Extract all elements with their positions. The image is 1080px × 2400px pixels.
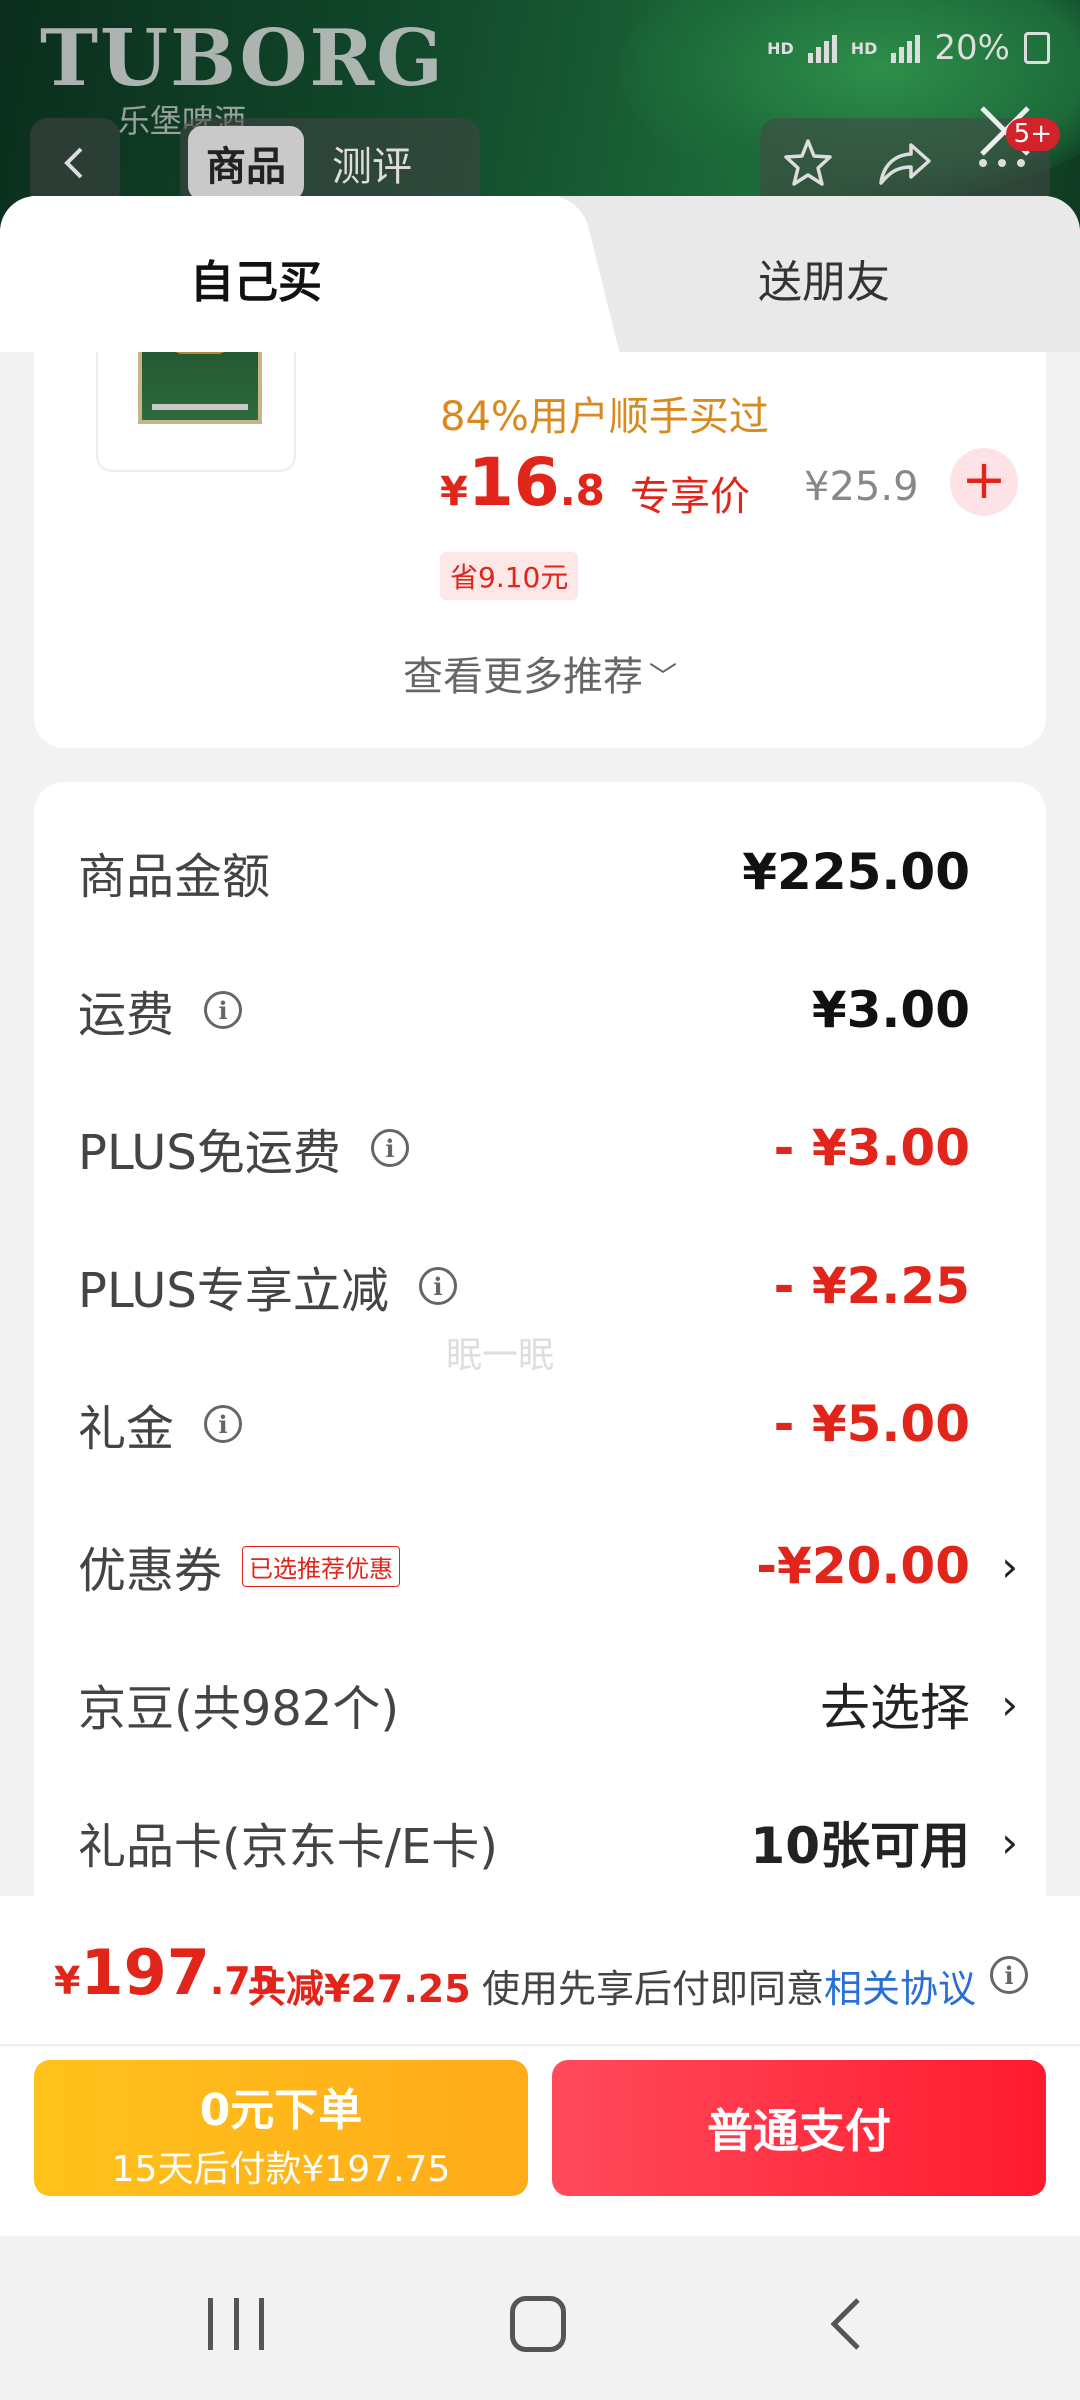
see-more-recommendations[interactable]: 查看更多推荐 ﹀: [34, 644, 1046, 702]
network-hd-2: HD: [850, 38, 878, 58]
row-plus-discount: PLUS专享立减 i - ¥2.25: [78, 1257, 970, 1319]
gift-card-available: 10张可用: [750, 1817, 970, 1875]
back-button[interactable]: [30, 118, 120, 208]
product-navbar: 商品 测评: [30, 118, 1050, 208]
row-coupon[interactable]: 优惠券 已选推荐优惠 -¥20.00 ›: [78, 1526, 1018, 1606]
total-price: ¥ 197 .75: [54, 1936, 278, 2009]
pay-later-button[interactable]: 0元下单 15天后付款¥197.75: [34, 2060, 528, 2196]
signal-icon-2: [891, 33, 921, 63]
back-icon[interactable]: [822, 2294, 872, 2354]
tab-review[interactable]: 测评: [314, 126, 430, 200]
info-icon[interactable]: i: [418, 1267, 457, 1305]
exclusive-price-tag: 专享价: [630, 474, 750, 520]
signal-icon: [807, 33, 837, 63]
plus-free-shipping-value: - ¥3.00: [773, 1119, 970, 1177]
chevron-right-icon: ›: [1001, 1817, 1018, 1867]
purchase-mode-tabs: 自己买 送朋友: [0, 196, 1080, 352]
info-icon[interactable]: i: [990, 1956, 1028, 1994]
buy-together-text: 84%用户顺手买过: [440, 394, 769, 440]
recent-apps-icon[interactable]: [208, 2298, 264, 2350]
chevron-right-icon: ›: [1001, 1679, 1018, 1729]
tab-product[interactable]: 商品: [188, 126, 304, 200]
info-icon[interactable]: i: [204, 991, 243, 1029]
row-gift-card[interactable]: 礼品卡(京东卡/E卡) 10张可用 ›: [78, 1802, 1018, 1882]
normal-pay-button[interactable]: 普通支付: [552, 2060, 1046, 2196]
battery-percent: 20%: [934, 28, 1010, 68]
add-item-button[interactable]: +: [950, 448, 1018, 516]
system-nav-bar: [0, 2236, 1080, 2400]
recommend-price: ¥ 16 .8: [440, 444, 605, 521]
checkout-bar: ¥ 197 .75 共减¥27.25 使用先享后付即同意相关协议 i 0元下单 …: [0, 1896, 1080, 2236]
row-plus-free-shipping: PLUS免运费 i - ¥3.00: [78, 1119, 970, 1181]
home-icon[interactable]: [510, 2296, 566, 2352]
plus-discount-value: - ¥2.25: [773, 1257, 970, 1315]
tab-buy-self[interactable]: 自己买: [190, 246, 322, 310]
divider: [0, 2044, 1080, 2046]
brand-logo: TUBORG: [40, 13, 445, 104]
agreement-link[interactable]: 相关协议: [824, 1967, 976, 2011]
coupon-selected-tag: 已选推荐优惠: [242, 1545, 401, 1587]
star-icon[interactable]: [782, 137, 834, 189]
info-icon[interactable]: i: [370, 1129, 409, 1167]
network-hd-1: HD: [767, 38, 794, 58]
savings-badge: 省9.10元: [440, 552, 579, 600]
battery-icon: [1024, 32, 1050, 64]
chevron-left-icon: [64, 147, 83, 179]
chevron-right-icon: ›: [1001, 1541, 1018, 1591]
nav-tabs: 商品 测评: [180, 118, 480, 208]
shipping-value: ¥3.00: [811, 981, 970, 1039]
watermark: 眠一眠: [446, 1335, 555, 1376]
info-icon[interactable]: i: [204, 1405, 243, 1443]
row-gift-money: 礼金 i - ¥5.00: [78, 1395, 970, 1457]
notification-badge: 5+: [1005, 118, 1060, 151]
gift-money-value: - ¥5.00: [773, 1395, 970, 1453]
chevron-down-icon: ﹀: [648, 660, 677, 693]
product-thumbnail[interactable]: [96, 352, 296, 472]
jd-beans-select: 去选择: [820, 1679, 970, 1737]
row-goods-amount: 商品金额 ¥225.00: [78, 843, 970, 905]
agreement-text: 使用先享后付即同意相关协议: [482, 1967, 977, 2011]
share-icon[interactable]: [877, 137, 933, 189]
total-reduction: 共减¥27.25: [248, 1967, 471, 2011]
product-pack-image: [138, 352, 262, 424]
row-shipping: 运费 i ¥3.00: [78, 981, 970, 1043]
original-price: ¥25.9: [804, 464, 919, 510]
recommendation-card: 84%用户顺手买过 ¥ 16 .8 专享价 ¥25.9 + 省9.10元 查看更…: [34, 352, 1046, 748]
status-bar: HD HD 20%: [767, 28, 1050, 68]
coupon-value: -¥20.00: [756, 1537, 970, 1595]
row-jd-beans[interactable]: 京豆(共982个) 去选择 ›: [78, 1664, 1018, 1744]
tab-gift-friend[interactable]: 送朋友: [758, 246, 890, 310]
goods-amount-value: ¥225.00: [742, 843, 970, 901]
